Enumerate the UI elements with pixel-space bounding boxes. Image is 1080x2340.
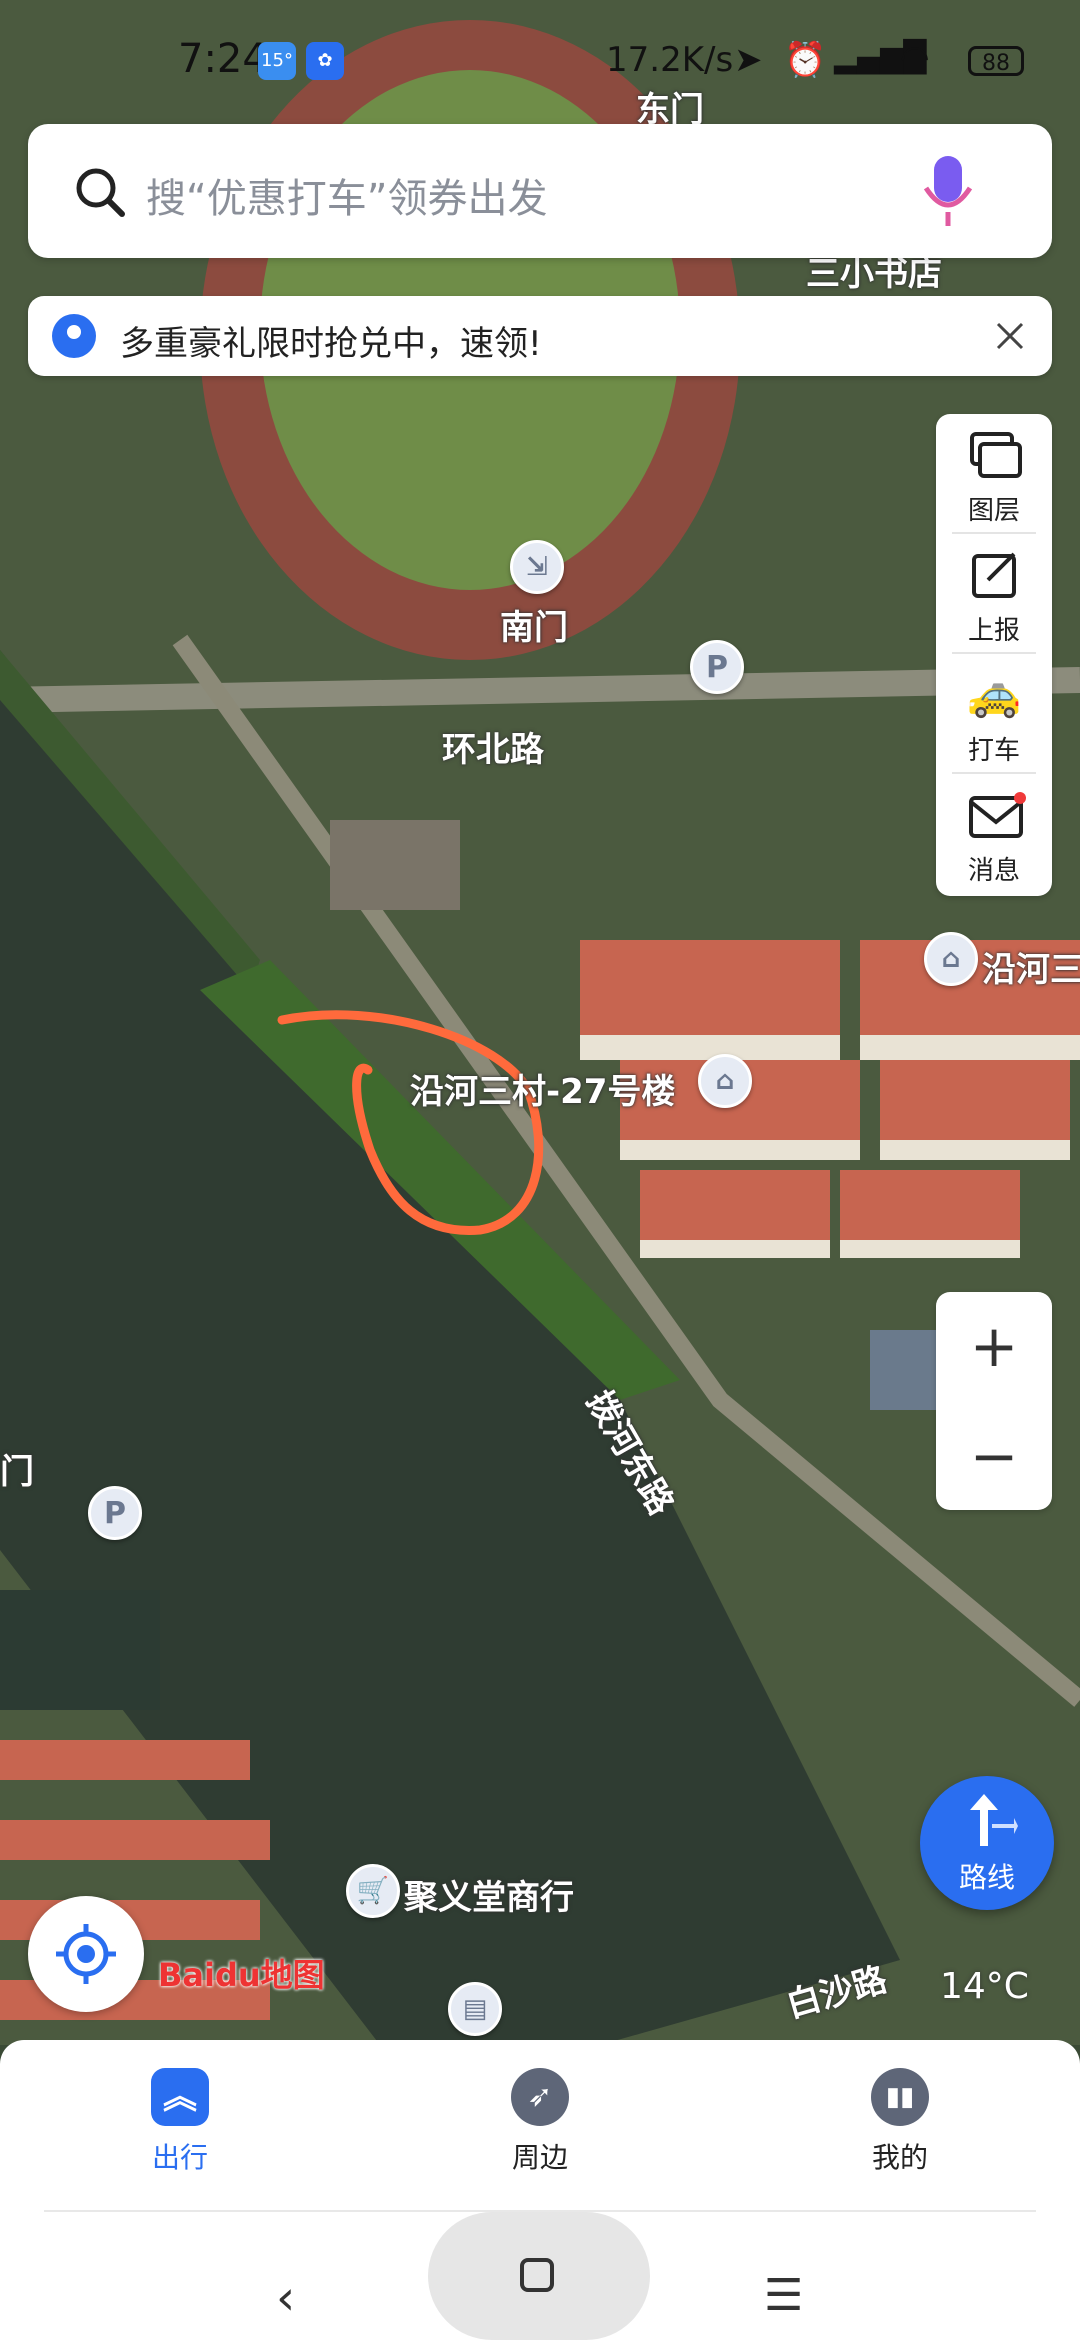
map-toolbar: 图层 上报 🚕 打车 消息 [936,414,1052,896]
alarm-icon: ⏰ [784,40,827,80]
temperature: 14°C [940,1966,1029,2007]
taxi-label: 打车 [967,736,1020,766]
search-bar[interactable]: 搜“优惠打车”领券出发 [28,124,1052,258]
status-time: 7:24 [178,36,268,82]
edit-report-icon [972,552,1016,598]
bottom-nav: ︽ 出行 ➶ 周边 ▮▮ 我的 [0,2040,1080,2210]
wifi-icon: ◠ [900,38,930,78]
promo-text: 多重豪礼限时抢兑中，速领! [120,324,542,364]
route-label: 路线 [958,1861,1015,1894]
locate-button[interactable] [28,1896,144,2012]
network-speed: 17.2K/s [606,40,734,80]
messages-button[interactable]: 消息 [936,774,1052,894]
parking-pin-icon[interactable]: P [88,1486,142,1540]
location-arrow-icon: ➤ [734,40,763,80]
search-icon [76,168,125,217]
route-button[interactable]: 路线 [920,1776,1054,1910]
map-label-gate-left: 门 [0,1452,34,1492]
gate-pin-icon[interactable]: ⇲ [510,540,564,594]
search-placeholder: 搜“优惠打车”领券出发 [146,176,548,222]
nav-travel[interactable]: ︽ 出行 [100,2068,260,2176]
layers-icon [970,432,1022,478]
building-pin-icon[interactable]: ⌂ [924,932,978,986]
system-nav-bar: ‹ ☰ [0,2210,1080,2340]
route-arrow-icon [970,1794,1018,1846]
locate-icon [56,1924,116,1984]
map-label-huanbei-road: 环北路 [442,730,544,770]
close-icon[interactable] [994,320,1026,352]
shop-cart-pin-icon[interactable]: 🛒 [346,1864,400,1918]
travel-icon: ︽ [151,2068,209,2126]
messages-label: 消息 [967,856,1020,886]
taxi-button[interactable]: 🚕 打车 [936,654,1052,774]
menu-icon[interactable]: ☰ [764,2270,803,2321]
compass-icon: ➶ [511,2068,569,2126]
zoom-controls: + − [936,1292,1052,1510]
layers-button[interactable]: 图层 [936,414,1052,534]
report-button[interactable]: 上报 [936,534,1052,654]
taxi-icon: 🚕 [966,669,1022,720]
nav-mine[interactable]: ▮▮ 我的 [820,2068,980,2176]
promo-banner[interactable]: 多重豪礼限时抢兑中，速领! [28,296,1052,376]
battery-icon: 88 [968,46,1024,76]
shop-pin-icon[interactable]: ▤ [448,1982,502,2036]
weather-badge: 15° [258,42,296,80]
zoom-out-button[interactable]: − [936,1402,1052,1510]
nav-nearby[interactable]: ➶ 周边 [460,2068,620,2176]
nav-travel-label: 出行 [151,2141,208,2174]
nav-mine-label: 我的 [871,2141,928,2174]
zoom-in-button[interactable]: + [936,1292,1052,1400]
nav-nearby-label: 周边 [511,2141,568,2174]
building-pin-icon[interactable]: ⌂ [698,1054,752,1108]
baidu-app-icon: ✿ [306,42,344,80]
parking-pin-icon[interactable]: P [690,640,744,694]
microphone-icon[interactable] [920,154,976,230]
map-label-building: 沿河三村-27号楼 [410,1072,676,1112]
baidu-logo: Baidu地图 [158,1956,325,1994]
map-label-south-gate: 南门 [500,608,568,648]
status-bar: 7:24 15° ✿ 17.2K/s ➤ ⏰ ▂▄▆█ ◠ 88 [0,0,1080,120]
location-pin-icon [52,314,96,358]
report-label: 上报 [967,616,1020,646]
layers-label: 图层 [967,496,1020,526]
profile-icon: ▮▮ [871,2068,929,2126]
home-icon [520,2258,554,2292]
home-pill[interactable] [428,2212,650,2340]
mail-icon [969,792,1026,838]
back-icon[interactable]: ‹ [276,2270,295,2326]
map-label-village: 沿河三 [982,950,1080,990]
map-label-shop: 聚义堂商行 [404,1878,574,1918]
